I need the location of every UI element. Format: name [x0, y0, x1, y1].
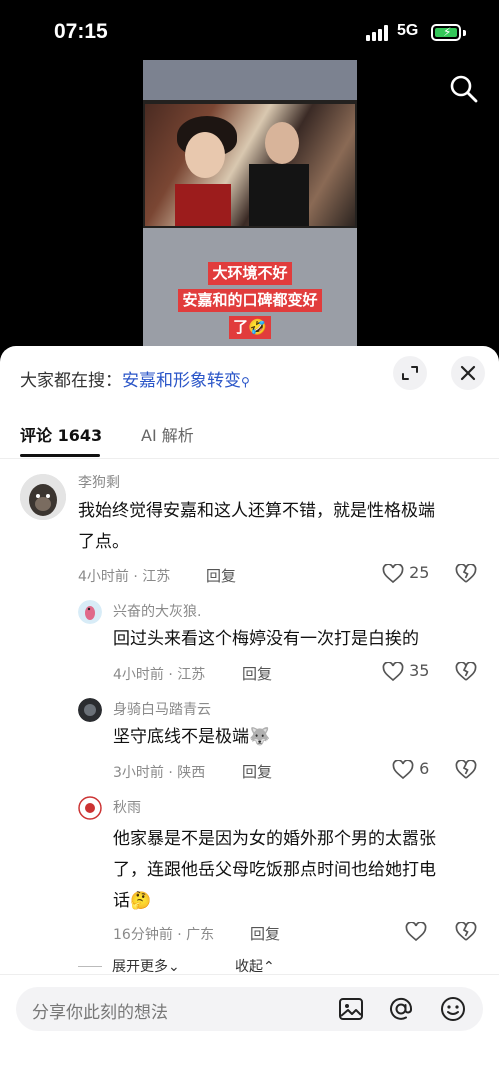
- close-icon: [460, 365, 476, 381]
- comment-username[interactable]: 身骑白马踏青云: [113, 699, 211, 719]
- comment-text-line: 他家暴是不是因为女的婚外那个男的太嚣张: [113, 829, 436, 849]
- emoji-icon[interactable]: [439, 995, 467, 1023]
- avatar[interactable]: [78, 600, 102, 624]
- like-button[interactable]: 25: [382, 562, 430, 584]
- at-mention-icon[interactable]: [387, 995, 415, 1023]
- comment-meta: 16分钟前 · 广东: [113, 927, 215, 943]
- comment-meta: 4小时前 · 江苏: [113, 667, 206, 683]
- comment-text-line: 了点。: [78, 532, 129, 552]
- collapse-button[interactable]: 收起⌃: [235, 956, 275, 976]
- expand-more-button[interactable]: 展开更多⌄: [112, 956, 180, 976]
- avatar[interactable]: [78, 698, 102, 722]
- search-icon[interactable]: [449, 74, 479, 104]
- comment-text-line: 坚守底线不是极端🐺: [113, 727, 271, 747]
- expand-button[interactable]: [393, 356, 427, 390]
- close-button[interactable]: [451, 356, 485, 390]
- like-button[interactable]: [405, 920, 427, 942]
- signal-icon: [366, 25, 390, 41]
- comment-username[interactable]: 兴奋的大灰狼.: [113, 601, 201, 621]
- broken-heart-icon: [455, 758, 477, 779]
- comment-text-line: 回过头来看这个梅婷没有一次打是白挨的: [113, 629, 419, 649]
- heart-icon: [405, 920, 427, 941]
- battery-tip: [463, 30, 466, 36]
- heart-icon: [382, 660, 404, 681]
- avatar[interactable]: [20, 474, 66, 520]
- reply-button[interactable]: 回复: [242, 761, 272, 782]
- thread-line: [78, 966, 102, 967]
- tabs-divider: [0, 458, 499, 459]
- comment-text-line: 话🤔: [113, 891, 152, 911]
- comment-input-bar: 分享你此刻的想法: [0, 974, 499, 1080]
- dislike-button[interactable]: [455, 758, 477, 780]
- like-count: 25: [409, 563, 430, 582]
- like-count: 35: [409, 661, 430, 680]
- tab-ai-analysis[interactable]: AI 解析: [141, 422, 194, 446]
- heart-icon: [382, 562, 404, 583]
- comment-meta: 4小时前 · 江苏: [78, 569, 171, 585]
- reply-button[interactable]: 回复: [242, 663, 272, 684]
- expand-icon: [402, 366, 418, 380]
- video-caption-line-3: 了🤣: [143, 316, 357, 339]
- dislike-button[interactable]: [455, 562, 477, 584]
- like-count: 6: [419, 759, 430, 778]
- active-tab-indicator: [20, 454, 100, 457]
- video-caption-line-1: 大环境不好: [143, 262, 357, 285]
- heart-icon: [392, 758, 414, 779]
- trending-search-keyword[interactable]: 安嘉和形象转变: [122, 371, 241, 391]
- comment-meta: 3小时前 · 陕西: [113, 765, 206, 781]
- tab-comments[interactable]: 评论 1643: [20, 422, 102, 446]
- trending-search-prefix: 大家都在搜：: [20, 371, 122, 391]
- comment-username[interactable]: 李狗剩: [78, 472, 120, 492]
- comment-username[interactable]: 秋雨: [113, 797, 141, 817]
- like-button[interactable]: 6: [392, 758, 430, 780]
- video-caption-line-2: 安嘉和的口碑都变好: [143, 289, 357, 312]
- reply-button[interactable]: 回复: [250, 923, 280, 944]
- dislike-button[interactable]: [455, 660, 477, 682]
- reply-button[interactable]: 回复: [206, 565, 236, 586]
- comment-input-placeholder: 分享你此刻的想法: [32, 1003, 168, 1023]
- comment-input[interactable]: 分享你此刻的想法: [16, 987, 483, 1031]
- dislike-button[interactable]: [455, 920, 477, 942]
- like-button[interactable]: 35: [382, 660, 430, 682]
- tv-screen: [145, 104, 355, 226]
- trending-search[interactable]: 大家都在搜：安嘉和形象转变⚲: [20, 366, 250, 391]
- comment-sheet: 大家都在搜：安嘉和形象转变⚲ 评论 1643 AI 解析 李狗剩 我始终觉得安嘉…: [0, 346, 499, 1080]
- video-player[interactable]: 大环境不好 安嘉和的口碑都变好 了🤣: [143, 60, 357, 350]
- broken-heart-icon: [455, 920, 477, 941]
- tab-bar: 评论 1643 AI 解析: [0, 418, 499, 458]
- broken-heart-icon: [455, 660, 477, 681]
- broken-heart-icon: [455, 562, 477, 583]
- avatar[interactable]: [78, 796, 102, 820]
- status-bar: 07:15 5G ⚡: [0, 0, 499, 66]
- status-time: 07:15: [54, 20, 108, 43]
- battery-icon: ⚡: [431, 24, 461, 41]
- video-background: [143, 60, 357, 100]
- network-type: 5G: [397, 22, 419, 39]
- comment-text-line: 我始终觉得安嘉和这人还算不错，就是性格极端: [78, 501, 435, 521]
- comment-text-line: 了，连跟他岳父母吃饭那点时间也给她打电: [113, 860, 436, 880]
- magnifier-icon: ⚲: [241, 375, 250, 389]
- image-icon[interactable]: [337, 995, 365, 1023]
